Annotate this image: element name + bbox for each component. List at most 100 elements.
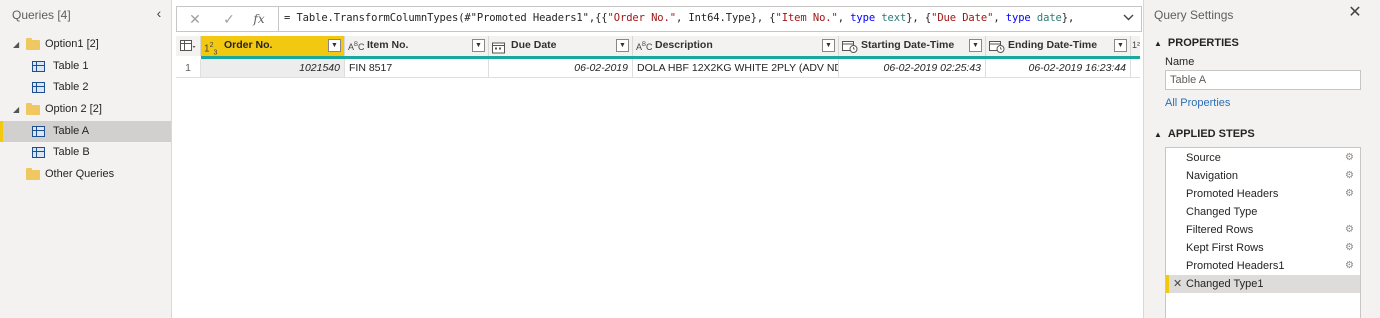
- applied-step-changed-type1[interactable]: ✕ Changed Type1: [1166, 275, 1360, 293]
- formula-text: = Table.TransformColumnTypes(#"Promoted …: [284, 12, 608, 24]
- text-type-icon[interactable]: ABC: [636, 38, 653, 53]
- column-filter-dropdown-icon[interactable]: ▼: [822, 39, 835, 52]
- gear-icon[interactable]: ⚙: [1345, 167, 1354, 185]
- query-item-table-1[interactable]: Table 1: [0, 56, 171, 78]
- queries-pane-title: Queries [4]: [12, 8, 71, 22]
- properties-section-header[interactable]: ▲ PROPERTIES: [1154, 37, 1239, 49]
- formula-text: },: [1061, 12, 1075, 24]
- text-type-icon[interactable]: ABC: [348, 38, 365, 53]
- step-label: Kept First Rows: [1186, 242, 1264, 254]
- formula-bar: ✕ ✓ fx = Table.TransformColumnTypes(#"Pr…: [176, 6, 1142, 32]
- column-filter-dropdown-icon[interactable]: ▼: [616, 39, 629, 52]
- column-header-item-no[interactable]: ABC Item No. ▼: [345, 36, 489, 56]
- table-icon: [32, 125, 45, 137]
- datetime-type-icon[interactable]: [842, 39, 858, 54]
- formula-string: "Item No.": [775, 12, 838, 24]
- formula-string: "Due Date": [931, 12, 994, 24]
- query-group-option2[interactable]: ◢ Option 2 [2]: [0, 99, 171, 121]
- formula-text: }, {: [906, 12, 932, 24]
- formula-text: , Int64.Type}, {: [675, 12, 776, 24]
- column-header-description[interactable]: ABC Description ▼: [633, 36, 839, 56]
- step-label: Source: [1186, 152, 1221, 164]
- cell-ending-date-time[interactable]: 06-02-2019 16:23:44: [986, 59, 1131, 78]
- cell-starting-date-time[interactable]: 06-02-2019 02:25:43: [839, 59, 986, 78]
- applied-step-kept-first-rows[interactable]: Kept First Rows ⚙: [1166, 239, 1360, 257]
- gear-icon[interactable]: ⚙: [1345, 149, 1354, 167]
- grid-header-row: 123 Order No. ▼ ABC Item No. ▼ Due Date …: [176, 36, 1140, 56]
- collapse-triangle-icon[interactable]: ▲: [1154, 130, 1162, 139]
- whole-number-type-icon[interactable]: 123: [204, 38, 217, 56]
- column-header-label: Description: [655, 39, 713, 51]
- table-row: 1 1021540 FIN 8517 06-02-2019 DOLA HBF 1…: [176, 59, 1140, 78]
- column-filter-dropdown-icon[interactable]: ▼: [969, 39, 982, 52]
- column-header-order-no[interactable]: 123 Order No. ▼: [201, 36, 345, 56]
- table-menu-button[interactable]: [176, 36, 201, 56]
- step-label: Changed Type1: [1186, 278, 1264, 290]
- applied-step-promoted-headers1[interactable]: Promoted Headers1 ⚙: [1166, 257, 1360, 275]
- applied-step-filtered-rows[interactable]: Filtered Rows ⚙: [1166, 221, 1360, 239]
- query-name-input[interactable]: [1165, 70, 1361, 90]
- applied-step-navigation[interactable]: Navigation ⚙: [1166, 167, 1360, 185]
- query-group-label: Other Queries: [45, 168, 115, 181]
- step-label: Promoted Headers: [1186, 188, 1279, 200]
- column-header-label: Due Date: [511, 39, 557, 51]
- applied-steps-list: Source ⚙ Navigation ⚙ Promoted Headers ⚙ Ch…: [1165, 147, 1361, 318]
- cell-due-date[interactable]: 06-02-2019: [489, 59, 633, 78]
- all-properties-link[interactable]: All Properties: [1165, 97, 1230, 109]
- column-header-starting-date-time[interactable]: Starting Date-Time ▼: [839, 36, 986, 56]
- cancel-formula-icon[interactable]: ✕: [185, 10, 205, 28]
- column-filter-dropdown-icon[interactable]: ▼: [328, 39, 341, 52]
- gear-icon[interactable]: ⚙: [1345, 185, 1354, 203]
- table-icon: [32, 60, 45, 72]
- formula-input[interactable]: = Table.TransformColumnTypes(#"Promoted …: [284, 12, 1114, 28]
- query-group-option1[interactable]: ◢ Option1 [2]: [0, 34, 171, 56]
- applied-step-promoted-headers[interactable]: Promoted Headers ⚙: [1166, 185, 1360, 203]
- query-group-other-queries[interactable]: Other Queries: [0, 164, 171, 186]
- formula-bar-separator: [278, 7, 279, 31]
- applied-steps-section-header[interactable]: ▲ APPLIED STEPS: [1154, 128, 1255, 140]
- folder-icon: [26, 168, 40, 181]
- query-item-label: Table 2: [53, 81, 89, 94]
- query-settings-pane: Query Settings ✕ ▲ PROPERTIES Name All Pr…: [1143, 0, 1380, 318]
- collapse-triangle-icon[interactable]: ▲: [1154, 39, 1162, 48]
- formula-type: text: [881, 12, 907, 24]
- whole-number-type-icon[interactable]: 1²: [1132, 38, 1140, 53]
- expanded-triangle-icon[interactable]: ◢: [13, 34, 23, 56]
- column-header-partial[interactable]: 1²: [1131, 36, 1140, 56]
- gear-icon[interactable]: ⚙: [1345, 239, 1354, 257]
- folder-icon: [26, 103, 40, 116]
- query-item-table-a[interactable]: Table A: [0, 120, 171, 143]
- query-item-table-b[interactable]: Table B: [0, 142, 171, 164]
- applied-step-changed-type[interactable]: Changed Type: [1166, 203, 1360, 221]
- column-filter-dropdown-icon[interactable]: ▼: [472, 39, 485, 52]
- column-header-label: Starting Date-Time: [861, 39, 955, 51]
- gear-icon[interactable]: ⚙: [1345, 257, 1354, 275]
- date-type-icon[interactable]: [492, 40, 505, 55]
- cell-item-no[interactable]: FIN 8517: [345, 59, 489, 78]
- expand-formula-chevron-down-icon[interactable]: [1121, 11, 1135, 27]
- delete-step-icon[interactable]: ✕: [1173, 275, 1182, 293]
- cell-order-no[interactable]: 1021540: [201, 59, 345, 78]
- column-filter-dropdown-icon[interactable]: ▼: [1114, 39, 1127, 52]
- cell-partial[interactable]: [1131, 59, 1140, 78]
- name-label: Name: [1165, 56, 1195, 68]
- query-item-table-2[interactable]: Table 2: [0, 77, 171, 99]
- datetime-type-icon[interactable]: [989, 39, 1005, 54]
- commit-formula-icon[interactable]: ✓: [219, 10, 239, 28]
- query-item-label: Table B: [53, 146, 90, 159]
- cell-description[interactable]: DOLA HBF 12X2KG WHITE 2PLY (ADV ND) ELD: [633, 59, 839, 78]
- collapse-queries-pane-icon[interactable]: ‹: [152, 5, 166, 21]
- query-item-label: Table 1: [53, 59, 89, 72]
- step-label: Changed Type: [1186, 206, 1258, 218]
- column-header-due-date[interactable]: Due Date ▼: [489, 36, 633, 56]
- fx-icon[interactable]: fx: [249, 10, 269, 28]
- applied-step-source[interactable]: Source ⚙: [1166, 149, 1360, 167]
- gear-icon[interactable]: ⚙: [1345, 221, 1354, 239]
- column-header-label: Ending Date-Time: [1008, 39, 1098, 51]
- formula-string: "Order No.": [607, 12, 677, 24]
- expanded-triangle-icon[interactable]: ◢: [13, 99, 23, 121]
- properties-title: PROPERTIES: [1167, 37, 1239, 49]
- close-icon[interactable]: ✕: [1347, 5, 1363, 21]
- table-icon: [32, 147, 45, 159]
- column-header-ending-date-time[interactable]: Ending Date-Time ▼: [986, 36, 1131, 56]
